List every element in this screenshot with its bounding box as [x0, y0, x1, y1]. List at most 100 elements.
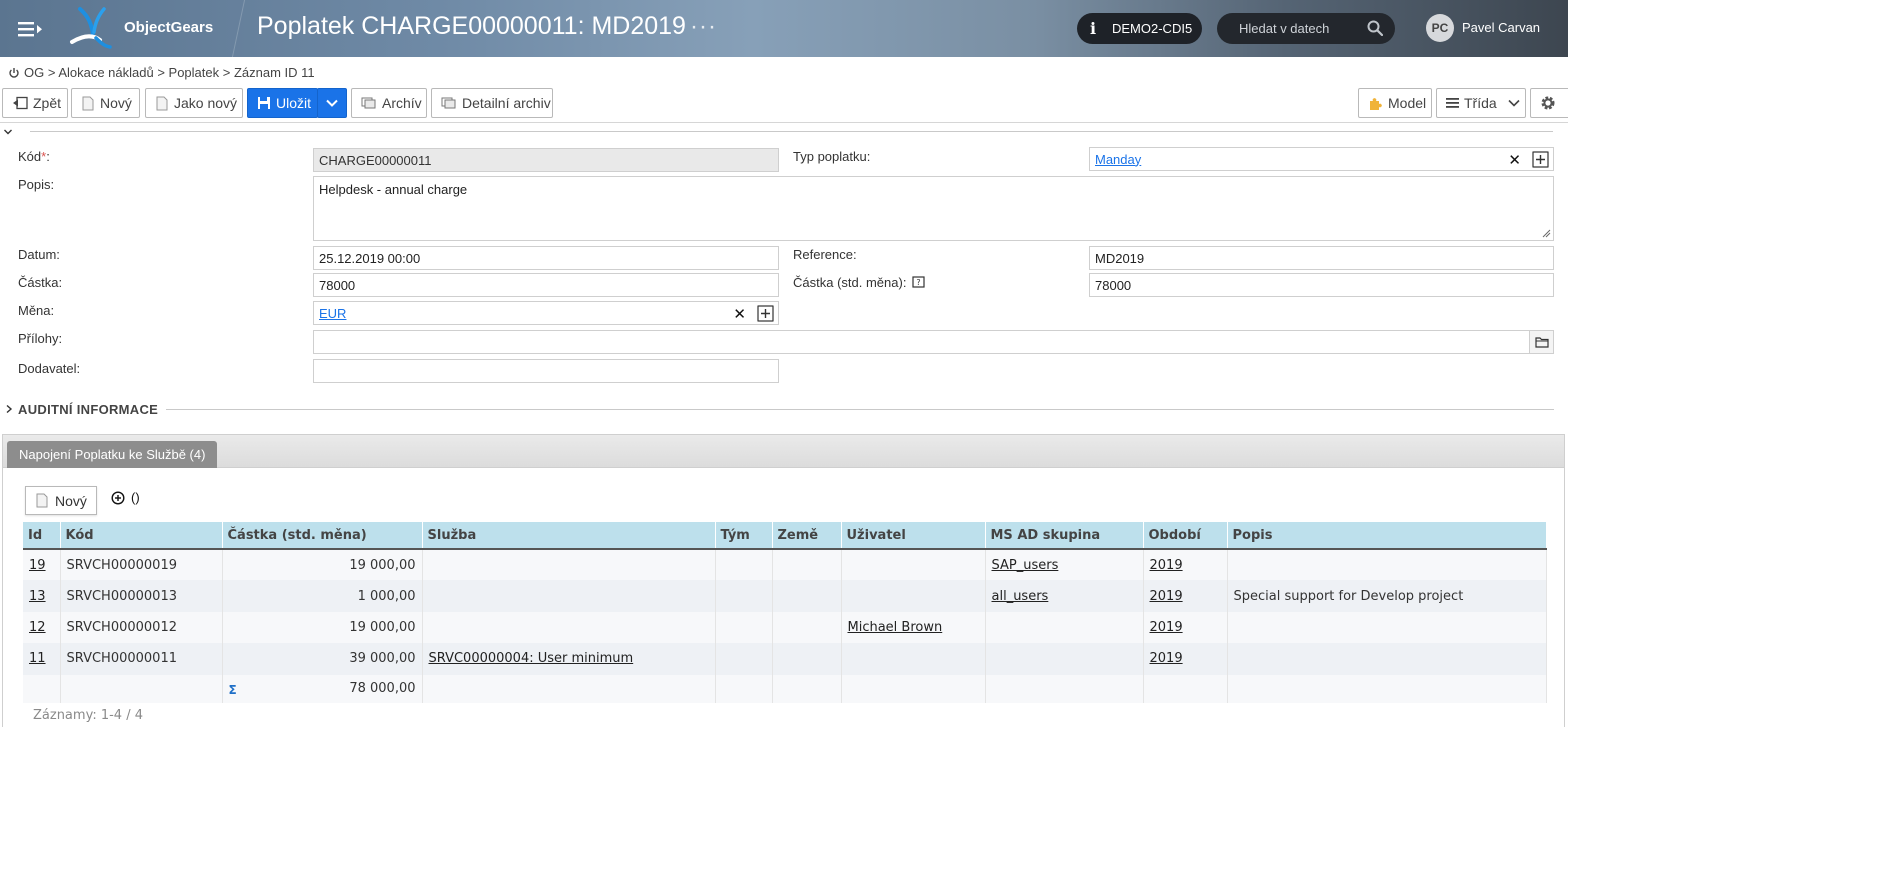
objectgears-logo-icon[interactable]: [68, 6, 114, 50]
environment-button[interactable]: i DEMO2-CDI5: [1077, 13, 1202, 44]
class-label: Třída: [1464, 95, 1497, 111]
attachments-field[interactable]: [313, 330, 1554, 354]
row-ad-group-link[interactable]: SAP_users: [992, 558, 1059, 573]
row-user: [841, 580, 986, 612]
resize-handle-icon[interactable]: [1541, 228, 1551, 238]
table-row[interactable]: 13 SRVCH00000013 1 000,00 all_users 2019…: [23, 580, 1547, 612]
row-amount: 19 000,00: [222, 549, 423, 581]
amount-field[interactable]: 78000: [313, 273, 779, 297]
amount-std-field[interactable]: 78000: [1089, 273, 1554, 297]
related-new-label: Nový: [55, 492, 87, 509]
environment-label: DEMO2-CDI5: [1112, 21, 1193, 36]
currency-link[interactable]: EUR: [319, 306, 346, 321]
model-button[interactable]: Model: [1358, 88, 1432, 118]
expand-plus-icon[interactable]: [1532, 151, 1549, 168]
paren-label: (): [131, 490, 140, 505]
back-arrow-icon: [13, 96, 28, 110]
row-user-link[interactable]: Michael Brown: [848, 620, 943, 635]
table-row[interactable]: 11 SRVCH00000011 39 000,00 SRVC00000004:…: [23, 643, 1547, 675]
attachments-browse-button[interactable]: [1529, 331, 1553, 353]
save-options-button[interactable]: [317, 88, 347, 118]
expand-plus-icon[interactable]: [757, 305, 774, 322]
main-section-toggle[interactable]: [0, 126, 1568, 138]
row-code: SRVCH00000011: [60, 643, 223, 675]
audit-section-toggle[interactable]: AUDITNÍ INFORMACE: [0, 399, 1568, 421]
column-header-id[interactable]: Id: [23, 522, 61, 550]
chevron-down-icon: [326, 99, 338, 107]
class-menu-button[interactable]: Třída: [1436, 88, 1526, 118]
user-name[interactable]: Pavel Carvan: [1462, 20, 1540, 35]
currency-lookup[interactable]: EUR ✕: [313, 301, 779, 325]
row-code: SRVCH00000013: [60, 580, 223, 612]
row-user: [841, 643, 986, 675]
records-count: Záznamy: 1-4 / 4: [33, 708, 143, 723]
description-textarea[interactable]: Helpdesk - annual charge: [313, 176, 1554, 241]
row-id-link[interactable]: 12: [29, 620, 46, 635]
reference-field[interactable]: MD2019: [1089, 246, 1554, 270]
row-amount: 39 000,00: [222, 643, 423, 675]
code-field[interactable]: CHARGE00000011: [313, 148, 779, 172]
related-panel: Napojení Poplatku ke Službě (4) Nový (): [2, 434, 1565, 727]
row-team: [715, 549, 773, 581]
search-icon[interactable]: [1367, 20, 1383, 36]
filter-group-add[interactable]: (): [111, 490, 140, 505]
row-ad-group-link[interactable]: all_users: [992, 589, 1049, 604]
row-service: [422, 549, 716, 581]
chevron-right-icon[interactable]: [4, 403, 14, 415]
search-placeholder: Hledat v datech: [1239, 21, 1330, 36]
code-value: CHARGE00000011: [319, 152, 432, 168]
row-id-link[interactable]: 13: [29, 589, 46, 604]
title-more-button[interactable]: ···: [690, 13, 717, 41]
clear-icon[interactable]: ✕: [1508, 151, 1521, 169]
audit-section-title[interactable]: AUDITNÍ INFORMACE: [18, 402, 158, 417]
row-period-link[interactable]: 2019: [1150, 558, 1183, 573]
help-icon[interactable]: ?: [912, 276, 926, 289]
table-row[interactable]: 12 SRVCH00000012 19 000,00 Michael Brown…: [23, 611, 1547, 644]
charge-type-lookup[interactable]: Manday ✕: [1089, 147, 1554, 171]
row-id-link[interactable]: 19: [29, 558, 46, 573]
date-field[interactable]: 25.12.2019 00:00: [313, 246, 779, 270]
row-period-link[interactable]: 2019: [1150, 620, 1183, 635]
copy-as-new-button[interactable]: Jako nový: [145, 88, 243, 118]
clear-icon[interactable]: ✕: [733, 305, 746, 323]
row-period-link[interactable]: 2019: [1150, 651, 1183, 666]
avatar[interactable]: PC: [1426, 14, 1454, 42]
hamburger-icon[interactable]: [18, 18, 44, 40]
chevron-down-icon[interactable]: [3, 127, 13, 137]
row-id-link[interactable]: 11: [29, 651, 46, 666]
table-row[interactable]: 19 SRVCH00000019 19 000,00 SAP_users 201…: [23, 549, 1547, 581]
amount-value: 78000: [319, 277, 356, 293]
column-header-ad-group[interactable]: MS AD skupina: [985, 522, 1144, 550]
charge-type-link[interactable]: Manday: [1095, 152, 1141, 167]
column-header-team[interactable]: Tým: [715, 522, 773, 550]
back-button[interactable]: Zpět: [2, 88, 68, 118]
row-description: Special support for Develop project: [1227, 580, 1547, 612]
row-team: [715, 611, 773, 644]
section-divider: [30, 131, 1553, 132]
search-box[interactable]: Hledat v datech: [1217, 13, 1395, 44]
column-header-service[interactable]: Služba: [422, 522, 716, 550]
supplier-field[interactable]: [313, 359, 779, 383]
tab-charge-service-links[interactable]: Napojení Poplatku ke Službě (4): [7, 441, 218, 468]
plus-circle-icon[interactable]: [111, 490, 125, 505]
column-header-country[interactable]: Země: [772, 522, 842, 550]
column-header-user[interactable]: Uživatel: [841, 522, 986, 550]
row-service-link[interactable]: SRVC00000004: User minimum: [429, 651, 634, 666]
column-header-period[interactable]: Období: [1143, 522, 1228, 550]
new-button[interactable]: Nový: [71, 88, 140, 118]
chevron-down-icon: [1508, 99, 1520, 107]
column-header-amount[interactable]: Částka (std. měna): [222, 522, 423, 550]
column-header-code[interactable]: Kód: [60, 522, 223, 550]
related-new-button[interactable]: Nový: [25, 486, 97, 515]
breadcrumb-path[interactable]: OG > Alokace nákladů > Poplatek > Záznam…: [24, 65, 315, 80]
save-button[interactable]: Uložit: [247, 88, 318, 118]
audit-divider: [166, 409, 1554, 410]
detail-archive-button[interactable]: Detailní archiv: [431, 88, 553, 118]
settings-button[interactable]: [1530, 88, 1568, 118]
gear-icon: [1541, 96, 1555, 110]
brand-name[interactable]: ObjectGears: [124, 19, 213, 36]
column-header-description[interactable]: Popis: [1227, 522, 1547, 550]
power-home-icon[interactable]: [8, 67, 20, 79]
row-period-link[interactable]: 2019: [1150, 589, 1183, 604]
archive-button[interactable]: Archív: [351, 88, 427, 118]
